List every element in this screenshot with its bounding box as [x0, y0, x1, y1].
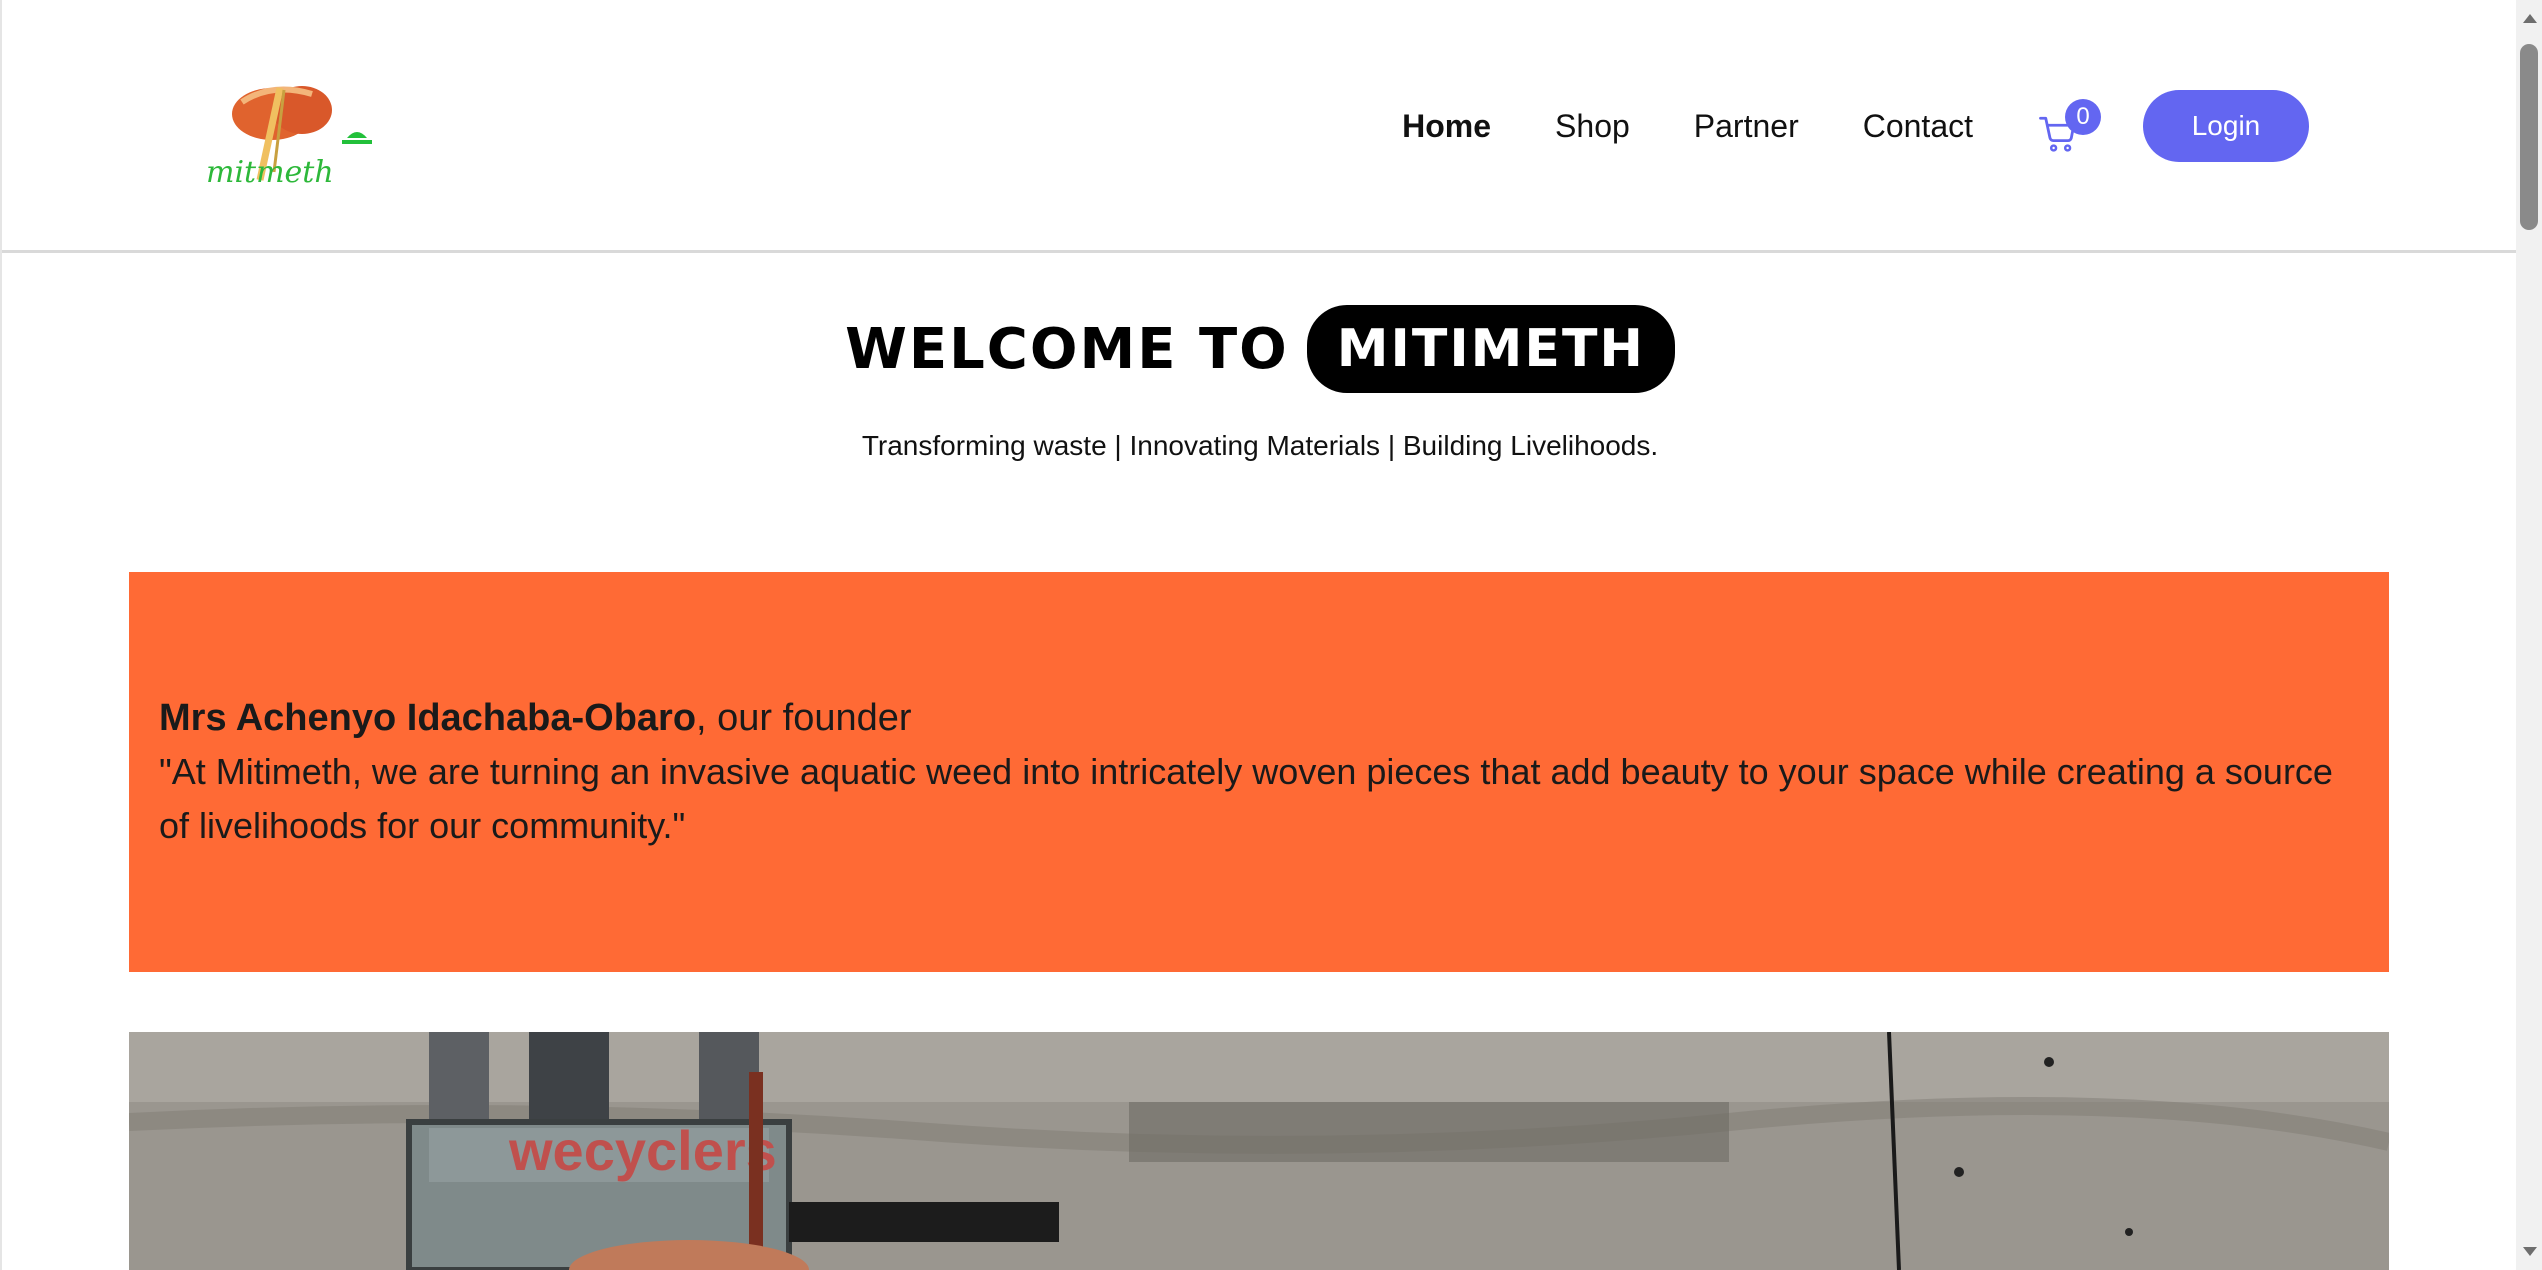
site-header: mitmeth Home Shop Partner Contact 0 Logi…: [2, 0, 2518, 253]
nav-home[interactable]: Home: [1402, 108, 1491, 145]
scroll-down-arrow-icon[interactable]: [2523, 1247, 2537, 1256]
mitimeth-logo[interactable]: mitmeth: [202, 72, 382, 192]
hero-tagline: Transforming waste | Innovating Material…: [861, 430, 1659, 461]
nav-partner[interactable]: Partner: [1694, 108, 1799, 145]
photo-sign-text: wecyclers: [508, 1119, 777, 1182]
vertical-scrollbar[interactable]: [2516, 0, 2542, 1270]
workshop-photo-graphic: wecyclers: [129, 1032, 2389, 1270]
founder-quote-text: "At Mitimeth, we are turning an invasive…: [159, 751, 2333, 846]
logo-text: mitmeth: [206, 155, 334, 190]
scroll-up-arrow-icon[interactable]: [2523, 14, 2537, 23]
login-button[interactable]: Login: [2143, 90, 2309, 162]
nav-shop[interactable]: Shop: [1555, 108, 1630, 145]
founder-quote-section: Mrs Achenyo Idachaba-Obaro, our founder …: [129, 572, 2389, 972]
page: mitmeth Home Shop Partner Contact 0 Logi…: [0, 0, 2518, 1270]
scrollbar-thumb[interactable]: [2520, 44, 2538, 230]
main-nav: Home Shop Partner Contact 0 Login: [1402, 90, 2309, 162]
hero-heading: WELCOME TO MITIMETH: [2, 305, 2518, 393]
logo-graphic: mitmeth: [206, 86, 372, 190]
workshop-photo: wecyclers: [129, 1032, 2389, 1270]
founder-role: , our founder: [696, 697, 912, 739]
nav-contact[interactable]: Contact: [1863, 108, 1973, 145]
cart-button[interactable]: 0: [2037, 99, 2101, 152]
founder-name: Mrs Achenyo Idachaba-Obaro: [159, 697, 697, 739]
welcome-text: WELCOME TO: [845, 316, 1289, 382]
founder-line: Mrs Achenyo Idachaba-Obaro, our founder: [159, 691, 2359, 745]
brand-pill: MITIMETH: [1306, 305, 1675, 393]
cart-count-badge: 0: [2065, 99, 2101, 135]
